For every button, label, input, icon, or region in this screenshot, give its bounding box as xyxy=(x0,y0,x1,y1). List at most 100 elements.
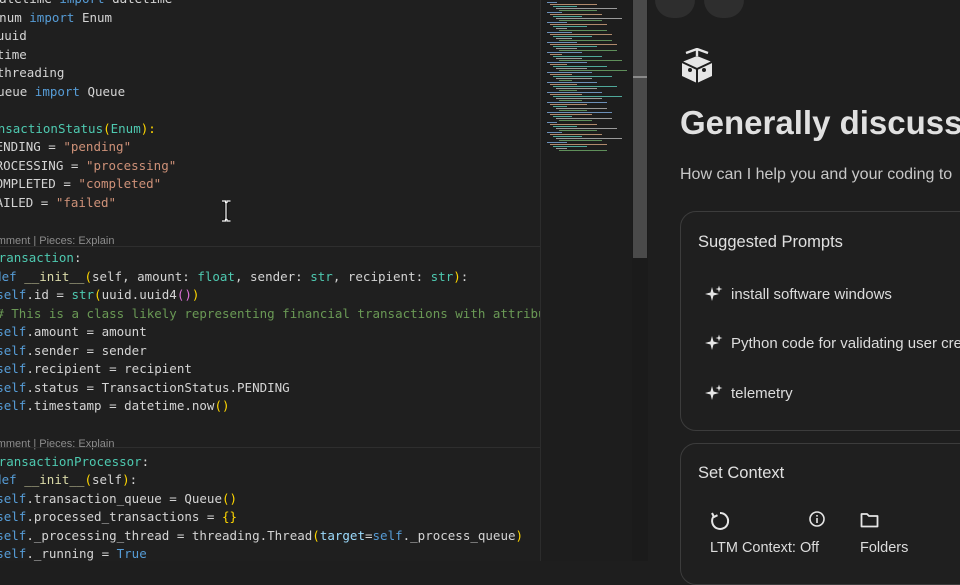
code-editor[interactable]: from datetime import datetimefrom enum i… xyxy=(0,0,540,561)
minimap-line xyxy=(556,28,567,29)
code-line: PENDING = "pending" xyxy=(0,139,132,154)
text-cursor-icon xyxy=(222,200,231,222)
minimap-line xyxy=(547,62,587,63)
minimap[interactable] xyxy=(540,0,633,561)
divider xyxy=(0,246,540,247)
minimap-line xyxy=(553,76,612,77)
minimap-line xyxy=(550,134,602,135)
minimap-line xyxy=(559,40,612,41)
minimap-line xyxy=(553,136,582,137)
minimap-line xyxy=(547,72,592,73)
minimap-line xyxy=(550,4,597,5)
code-line: from datetime import datetime xyxy=(0,0,172,8)
code-line: self.timestamp = datetime.now() xyxy=(0,398,230,413)
minimap-line xyxy=(556,118,612,119)
minimap-line xyxy=(547,52,582,53)
minimap-line xyxy=(553,6,577,7)
minimap-line xyxy=(553,86,617,87)
minimap-line xyxy=(553,66,607,67)
set-context-heading: Set Context xyxy=(698,464,785,482)
scrollbar-thumb[interactable] xyxy=(633,0,647,258)
suggested-prompt-label: telemetry xyxy=(731,384,793,402)
sparkle-icon xyxy=(705,285,723,301)
minimap-line xyxy=(559,150,607,151)
code-line: self.status = TransactionStatus.PENDING xyxy=(0,379,290,395)
sparkle-icon xyxy=(705,334,723,350)
minimap-line xyxy=(547,92,602,93)
minimap-line xyxy=(556,108,607,109)
code-line: class TransactionStatus(Enum): xyxy=(0,120,156,136)
minimap-line xyxy=(556,138,622,139)
minimap-line xyxy=(550,14,602,15)
code-line: import threading xyxy=(0,65,65,80)
page-subtitle: How can I help you and your coding to xyxy=(680,166,953,183)
suggested-prompt-item[interactable]: Python code for validating user cred xyxy=(705,334,960,352)
minimap-line xyxy=(550,144,607,145)
code-line: from queue import Queue xyxy=(0,83,126,99)
minimap-line xyxy=(547,2,557,3)
page-title: Generally discuss t xyxy=(680,104,960,141)
minimap-line xyxy=(550,54,562,55)
code-line: self.recipient = recipient xyxy=(0,361,192,376)
code-line: self.amount = amount xyxy=(0,324,147,339)
code-line: FAILED = "failed" xyxy=(0,194,117,210)
suggested-prompt-label: install software windows xyxy=(731,285,892,303)
minimap-line xyxy=(559,70,627,71)
code-line: self._processing_thread = threading.Thre… xyxy=(0,527,524,543)
suggested-prompt-item[interactable]: telemetry xyxy=(705,384,793,402)
minimap-line xyxy=(553,96,622,97)
minimap-line xyxy=(553,36,592,37)
minimap-line xyxy=(556,58,582,59)
minimap-line xyxy=(547,132,562,133)
minimap-line xyxy=(559,80,572,81)
minimap-line xyxy=(556,148,567,149)
minimap-line xyxy=(550,64,567,65)
ltm-context-label[interactable]: LTM Context: Off xyxy=(710,540,819,556)
code-line: self.sender = sender xyxy=(0,342,147,358)
minimap-line xyxy=(556,8,617,9)
code-line: self.processed_transactions = {} xyxy=(0,509,238,524)
code-line: # This is a class likely representing fi… xyxy=(0,305,540,321)
minimap-line xyxy=(553,56,602,57)
suggested-prompt-item[interactable]: install software windows xyxy=(705,285,892,303)
minimap-line xyxy=(547,82,597,83)
minimap-line xyxy=(553,106,567,107)
code-line: class TransactionProcessor: xyxy=(0,453,150,469)
divider xyxy=(0,447,540,448)
minimap-line xyxy=(550,24,607,25)
minimap-line xyxy=(559,100,582,101)
sparkle-icon xyxy=(705,384,723,400)
minimap-line xyxy=(556,78,592,79)
folders-label[interactable]: Folders xyxy=(860,540,908,556)
minimap-line xyxy=(556,88,597,89)
minimap-line xyxy=(553,26,587,27)
code-line: COMPLETED = "completed" xyxy=(0,176,162,191)
code-line: class Transaction: xyxy=(0,250,82,265)
minimap-line xyxy=(547,22,567,23)
minimap-line xyxy=(547,42,577,43)
minimap-line xyxy=(550,74,572,75)
minimap-line xyxy=(547,32,572,33)
suggested-prompt-label: Python code for validating user cred xyxy=(731,334,960,352)
minimap-line xyxy=(550,34,612,35)
minimap-line xyxy=(550,104,587,105)
code-line: PROCESSING = "processing" xyxy=(0,157,177,173)
minimap-line xyxy=(559,110,587,111)
minimap-line xyxy=(559,90,577,91)
refresh-icon[interactable] xyxy=(710,511,730,531)
minimap-line xyxy=(559,60,622,61)
folder-icon[interactable] xyxy=(860,512,879,528)
code-line: import uuid xyxy=(0,28,27,43)
minimap-line xyxy=(550,124,597,125)
minimap-line xyxy=(553,146,587,147)
code-lens[interactable]: Add Comment | Pieces: Explain xyxy=(0,434,114,452)
info-icon[interactable] xyxy=(809,511,825,527)
minimap-line xyxy=(547,142,567,143)
minimap-line xyxy=(547,112,612,113)
minimap-line xyxy=(553,116,572,117)
minimap-line xyxy=(559,20,602,21)
minimap-line xyxy=(556,68,587,69)
minimap-line xyxy=(556,98,602,99)
minimap-line xyxy=(553,16,582,17)
minimap-line xyxy=(553,126,577,127)
